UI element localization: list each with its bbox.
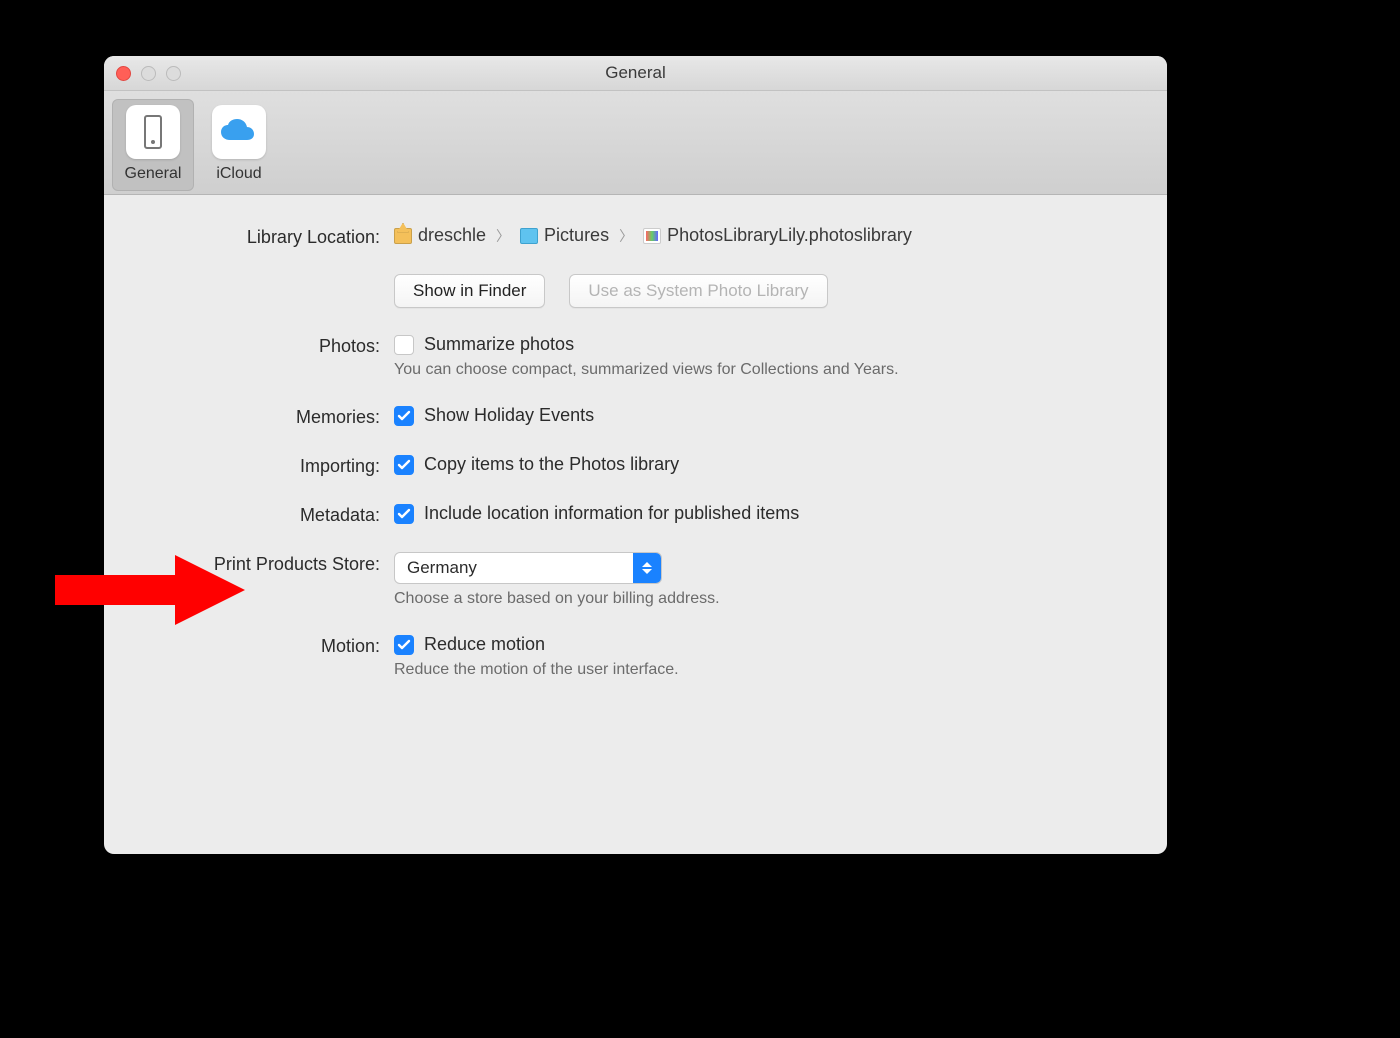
chevron-right-icon: 〉	[496, 226, 510, 246]
chevron-right-icon: 〉	[619, 226, 633, 246]
folder-icon	[520, 228, 538, 244]
use-as-system-library-button: Use as System Photo Library	[569, 274, 827, 308]
summarize-photos-checkbox[interactable]	[394, 335, 414, 355]
label-library-location: Library Location:	[104, 225, 394, 248]
home-icon	[394, 228, 412, 244]
library-path-breadcrumb: dreschle 〉 Pictures 〉 PhotosLibraryLily.…	[394, 225, 1127, 246]
include-location-checkbox[interactable]	[394, 504, 414, 524]
tab-general-label: General	[125, 165, 182, 183]
print-store-hint: Choose a store based on your billing add…	[394, 590, 1127, 608]
include-location-label: Include location information for publish…	[424, 503, 799, 524]
label-metadata: Metadata:	[104, 503, 394, 526]
tab-icloud[interactable]: iCloud	[198, 99, 280, 191]
label-motion: Motion:	[104, 634, 394, 657]
reduce-motion-hint: Reduce the motion of the user interface.	[394, 661, 1127, 679]
reduce-motion-checkbox[interactable]	[394, 635, 414, 655]
summarize-photos-hint: You can choose compact, summarized views…	[394, 361, 1127, 379]
tab-general[interactable]: General	[112, 99, 194, 191]
show-in-finder-button[interactable]: Show in Finder	[394, 274, 545, 308]
breadcrumb-library[interactable]: PhotosLibraryLily.photoslibrary	[643, 225, 912, 246]
label-importing: Importing:	[104, 454, 394, 477]
print-store-value: Germany	[395, 558, 633, 578]
tab-icloud-label: iCloud	[216, 165, 261, 183]
preferences-toolbar: General iCloud	[104, 91, 1167, 195]
summarize-photos-label: Summarize photos	[424, 334, 574, 355]
label-photos: Photos:	[104, 334, 394, 357]
show-holiday-events-label: Show Holiday Events	[424, 405, 594, 426]
select-stepper-icon	[633, 553, 661, 583]
icloud-icon	[212, 105, 266, 159]
breadcrumb-pictures[interactable]: Pictures	[520, 225, 609, 246]
titlebar: General	[104, 56, 1167, 91]
preferences-window: General General iCloud Librar	[104, 56, 1167, 854]
label-print-store: Print Products Store:	[104, 552, 394, 575]
print-store-select[interactable]: Germany	[394, 552, 662, 584]
window-title: General	[104, 56, 1167, 90]
copy-items-checkbox[interactable]	[394, 455, 414, 475]
label-memories: Memories:	[104, 405, 394, 428]
reduce-motion-label: Reduce motion	[424, 634, 545, 655]
general-pane: Library Location: dreschle 〉 Pictures 〉	[104, 195, 1167, 735]
copy-items-label: Copy items to the Photos library	[424, 454, 679, 475]
general-icon	[126, 105, 180, 159]
photos-library-icon	[643, 228, 661, 244]
show-holiday-events-checkbox[interactable]	[394, 406, 414, 426]
breadcrumb-home[interactable]: dreschle	[394, 225, 486, 246]
